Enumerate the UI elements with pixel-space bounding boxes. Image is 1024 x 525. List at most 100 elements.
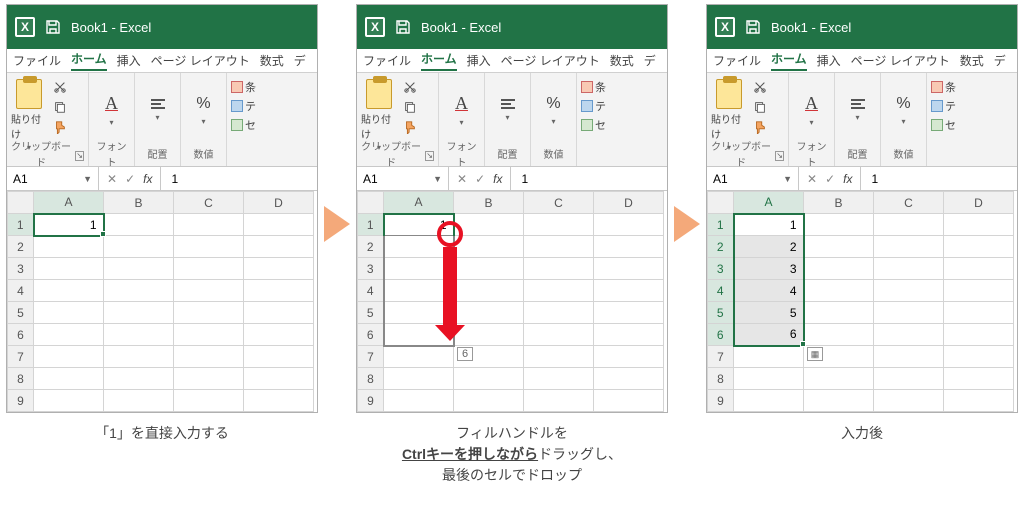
select-all-corner[interactable]: [358, 192, 384, 214]
chevron-down-icon[interactable]: ▼: [783, 174, 792, 184]
tab-home[interactable]: ホーム: [421, 50, 457, 71]
step-arrow-icon: [324, 206, 350, 242]
grid-area[interactable]: A B C D 11 2 3 4 5 6 7 8 9 6: [357, 191, 667, 412]
col-header-a[interactable]: A: [34, 192, 104, 214]
format-as-table-button[interactable]: テ: [581, 98, 606, 114]
save-icon[interactable]: [745, 19, 761, 35]
conditional-formatting-button[interactable]: 条: [231, 79, 256, 95]
tab-home[interactable]: ホーム: [71, 50, 107, 71]
conditional-formatting-button[interactable]: 条: [581, 79, 606, 95]
select-all-corner[interactable]: [708, 192, 734, 214]
cell-a1[interactable]: 1: [34, 214, 104, 236]
dialog-launcher-icon[interactable]: ↘: [425, 151, 434, 161]
alignment-icon[interactable]: [151, 99, 165, 109]
enter-icon[interactable]: ✓: [125, 172, 135, 186]
alignment-icon[interactable]: [501, 99, 515, 109]
col-header-d[interactable]: D: [594, 192, 664, 214]
fx-icon[interactable]: fx: [493, 172, 502, 186]
cell-styles-button[interactable]: セ: [581, 117, 606, 133]
fill-handle[interactable]: [100, 231, 106, 237]
save-icon[interactable]: [45, 19, 61, 35]
format-painter-icon[interactable]: [751, 119, 769, 135]
formula-value[interactable]: 1: [161, 167, 317, 190]
col-header-d[interactable]: D: [944, 192, 1014, 214]
enter-icon[interactable]: ✓: [475, 172, 485, 186]
format-painter-icon[interactable]: [51, 119, 69, 135]
autofill-options-button[interactable]: ▦: [807, 347, 823, 361]
clipboard-icon: [16, 79, 42, 109]
grid-area[interactable]: A B C D 11 2 3 4 5 6 7 8 9: [7, 191, 317, 412]
ribbon-tabs: ファイル ホーム 挿入 ページ レイアウト 数式 デ: [707, 49, 1017, 73]
tab-formulas[interactable]: 数式: [260, 52, 284, 69]
enter-icon[interactable]: ✓: [825, 172, 835, 186]
excel-logo-icon: X: [365, 17, 385, 37]
cell-a1[interactable]: 1: [734, 214, 804, 236]
cut-icon[interactable]: [401, 79, 419, 95]
copy-icon[interactable]: [751, 99, 769, 115]
tab-home[interactable]: ホーム: [771, 50, 807, 71]
tab-data-truncated[interactable]: デ: [294, 52, 306, 69]
tab-formulas[interactable]: 数式: [960, 52, 984, 69]
cancel-icon[interactable]: ✕: [107, 172, 117, 186]
chevron-down-icon[interactable]: ▼: [433, 174, 442, 184]
formula-value[interactable]: 1: [511, 167, 667, 190]
number-format-icon[interactable]: %: [196, 95, 210, 113]
cell-styles-button[interactable]: セ: [931, 117, 956, 133]
tab-insert[interactable]: 挿入: [817, 52, 841, 69]
select-all-corner[interactable]: [8, 192, 34, 214]
tab-page-layout[interactable]: ページ レイアウト: [501, 52, 600, 69]
chevron-down-icon[interactable]: ▼: [83, 174, 92, 184]
dialog-launcher-icon[interactable]: ↘: [775, 151, 784, 161]
col-header-d[interactable]: D: [244, 192, 314, 214]
number-format-icon[interactable]: %: [896, 95, 910, 113]
tab-data-truncated[interactable]: デ: [994, 52, 1006, 69]
fx-icon[interactable]: fx: [143, 172, 152, 186]
format-as-table-button[interactable]: テ: [231, 98, 256, 114]
font-color-icon[interactable]: A: [105, 93, 118, 114]
ribbon: 貼り付け ▾ クリップボード↘ A ▾ フォント ▾: [7, 73, 317, 167]
font-color-icon[interactable]: A: [455, 93, 468, 114]
cancel-icon[interactable]: ✕: [457, 172, 467, 186]
excel-window-2: X Book1 - Excel ファイル ホーム 挿入 ページ レイアウト 数式…: [356, 4, 668, 413]
dialog-launcher-icon[interactable]: ↘: [75, 151, 84, 161]
format-as-table-button[interactable]: テ: [931, 98, 956, 114]
clipboard-icon: [716, 79, 742, 109]
number-format-icon[interactable]: %: [546, 95, 560, 113]
caption-3: 入力後: [841, 423, 883, 444]
tab-formulas[interactable]: 数式: [610, 52, 634, 69]
tab-insert[interactable]: 挿入: [467, 52, 491, 69]
col-header-a[interactable]: A: [384, 192, 454, 214]
ribbon-tabs: ファイル ホーム 挿入 ページ レイアウト 数式 デ: [357, 49, 667, 73]
alignment-icon[interactable]: [851, 99, 865, 109]
copy-icon[interactable]: [401, 99, 419, 115]
tab-file[interactable]: ファイル: [13, 52, 61, 69]
tab-data-truncated[interactable]: デ: [644, 52, 656, 69]
col-header-b[interactable]: B: [454, 192, 524, 214]
cut-icon[interactable]: [51, 79, 69, 95]
cut-icon[interactable]: [751, 79, 769, 95]
tab-page-layout[interactable]: ページ レイアウト: [151, 52, 250, 69]
tab-page-layout[interactable]: ページ レイアウト: [851, 52, 950, 69]
excel-window-1: X Book1 - Excel ファイル ホーム 挿入 ページ レイアウト 数式…: [6, 4, 318, 413]
tab-file[interactable]: ファイル: [363, 52, 411, 69]
save-icon[interactable]: [395, 19, 411, 35]
col-header-a[interactable]: A: [734, 192, 804, 214]
col-header-c[interactable]: C: [174, 192, 244, 214]
window-title: Book1 - Excel: [421, 20, 501, 35]
formula-value[interactable]: 1: [861, 167, 1017, 190]
col-header-c[interactable]: C: [874, 192, 944, 214]
cell-styles-button[interactable]: セ: [231, 117, 256, 133]
grid-area[interactable]: A B C D 11 22 33 44 55 66 7 8 9 ▦: [707, 191, 1017, 412]
fill-handle[interactable]: [800, 341, 806, 347]
tab-insert[interactable]: 挿入: [117, 52, 141, 69]
col-header-b[interactable]: B: [804, 192, 874, 214]
copy-icon[interactable]: [51, 99, 69, 115]
font-color-icon[interactable]: A: [805, 93, 818, 114]
col-header-c[interactable]: C: [524, 192, 594, 214]
col-header-b[interactable]: B: [104, 192, 174, 214]
cancel-icon[interactable]: ✕: [807, 172, 817, 186]
format-painter-icon[interactable]: [401, 119, 419, 135]
tab-file[interactable]: ファイル: [713, 52, 761, 69]
conditional-formatting-button[interactable]: 条: [931, 79, 956, 95]
fx-icon[interactable]: fx: [843, 172, 852, 186]
